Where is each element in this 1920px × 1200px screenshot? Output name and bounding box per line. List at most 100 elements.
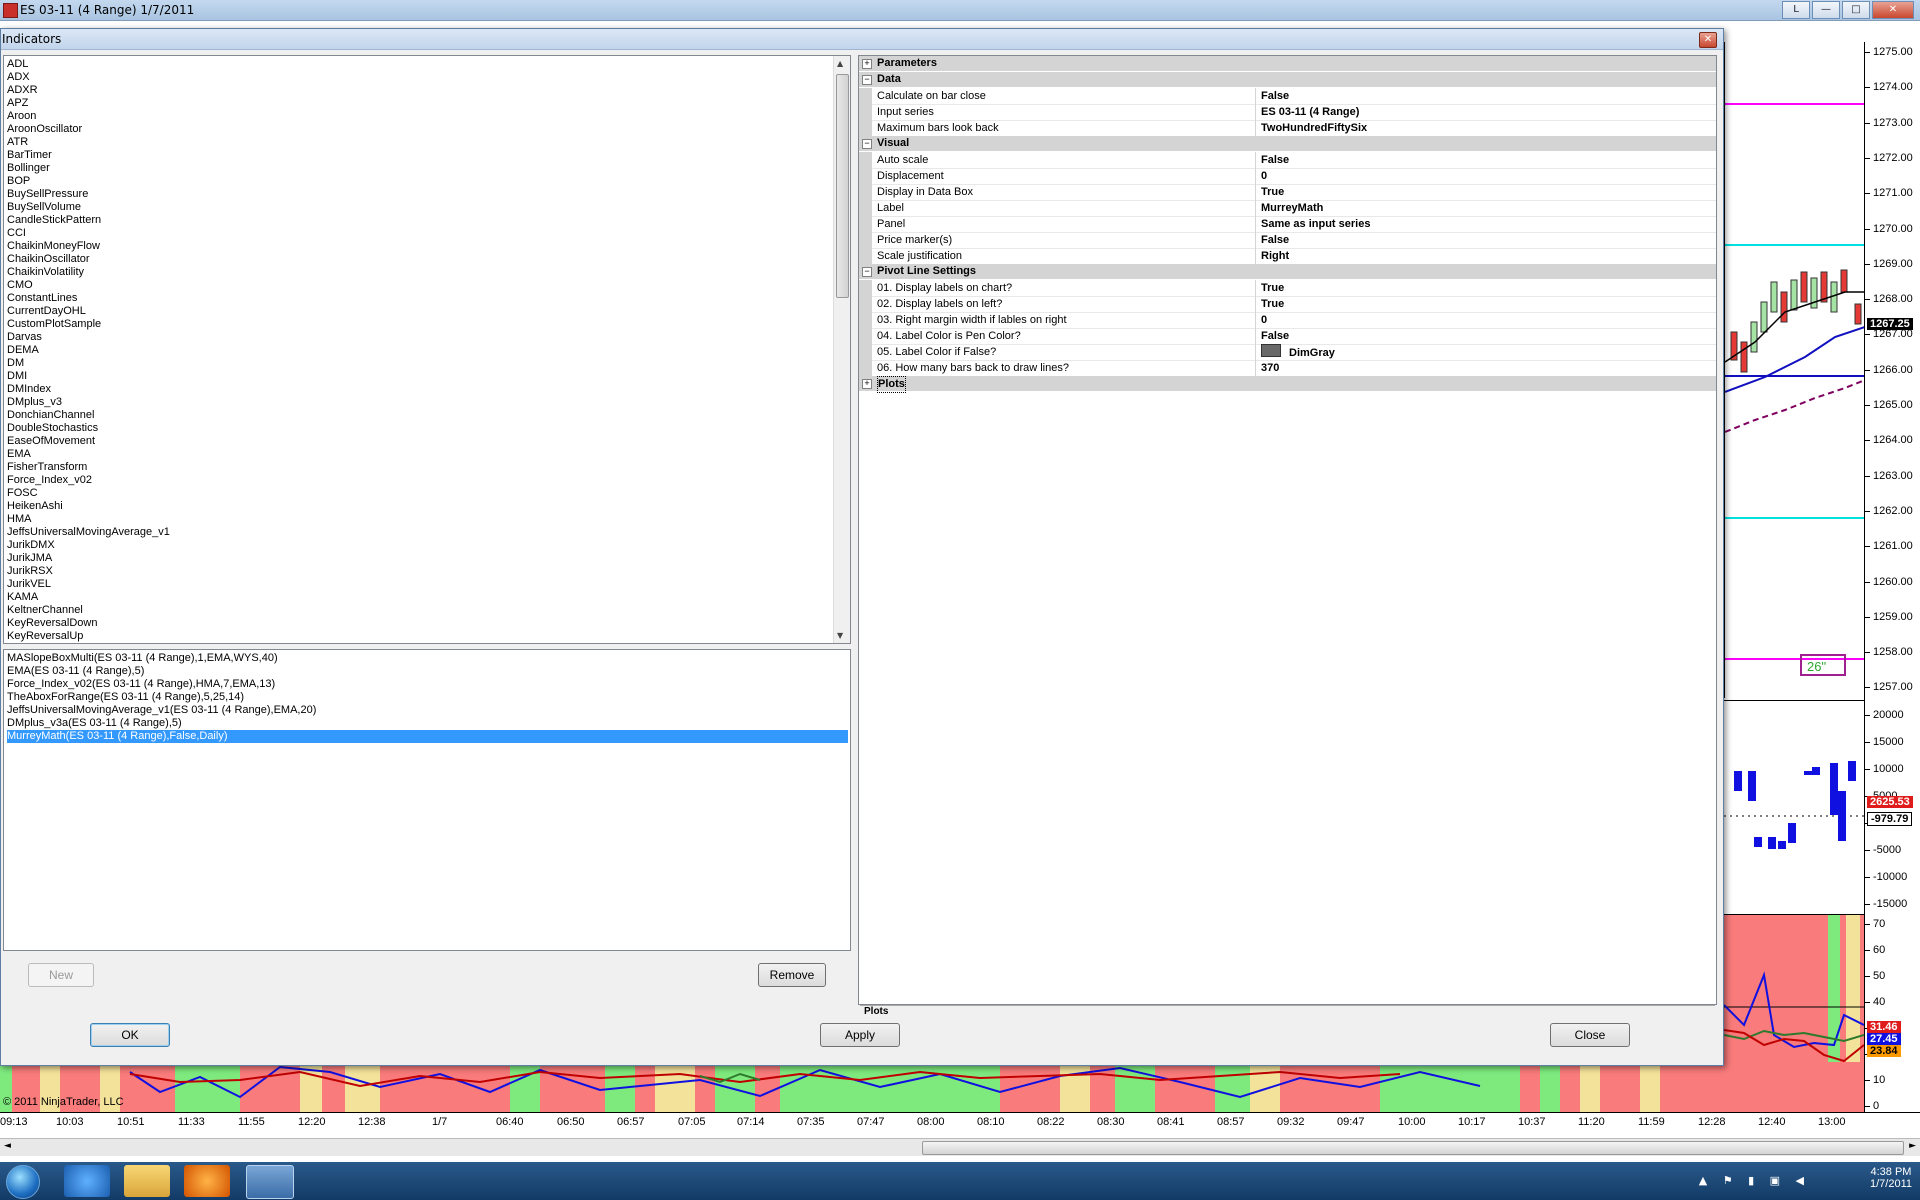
indicator-list-item[interactable]: KeltnerChannel: [7, 604, 850, 617]
indicator-list-item[interactable]: JurikRSX: [7, 565, 850, 578]
applied-indicator-item[interactable]: EMA(ES 03-11 (4 Range),5): [7, 665, 850, 678]
indicator-list-item[interactable]: DEMA: [7, 344, 850, 357]
apply-button[interactable]: Apply: [820, 1023, 900, 1047]
indicator-list-item[interactable]: Aroon: [7, 110, 850, 123]
property-row[interactable]: Auto scale False: [859, 152, 1716, 169]
property-value[interactable]: DimGray: [1261, 344, 1335, 361]
applied-indicator-item[interactable]: TheAboxForRange(ES 03-11 (4 Range),5,25,…: [7, 691, 850, 704]
property-value[interactable]: True: [1261, 280, 1284, 296]
category-plots[interactable]: + Plots: [859, 376, 1716, 393]
tray-clock[interactable]: 4:38 PM 1/7/2011: [1870, 1166, 1912, 1190]
indicator-list-item[interactable]: JeffsUniversalMovingAverage_v1: [7, 526, 850, 539]
applied-indicator-item[interactable]: DMplus_v3a(ES 03-11 (4 Range),5): [7, 717, 850, 730]
indicator-list-item[interactable]: ADXR: [7, 84, 850, 97]
property-value[interactable]: MurreyMath: [1261, 200, 1323, 216]
media-player-icon[interactable]: [184, 1165, 230, 1197]
column-divider[interactable]: [1255, 200, 1256, 216]
indicator-list-item[interactable]: CandleStickPattern: [7, 214, 850, 227]
property-value[interactable]: TwoHundredFiftySix: [1261, 120, 1367, 136]
dialog-close-icon[interactable]: ✕: [1699, 32, 1717, 48]
indicator-list-item[interactable]: FOSC: [7, 487, 850, 500]
price-axis[interactable]: 1275.00 1274.00 1273.00 1272.00 1271.00 1270.…: [1864, 42, 1920, 1112]
property-value[interactable]: False: [1261, 152, 1289, 168]
indicator-list-item[interactable]: Darvas: [7, 331, 850, 344]
property-row[interactable]: Label MurreyMath: [859, 200, 1716, 217]
property-row[interactable]: 03. Right margin width if lables on righ…: [859, 312, 1716, 329]
expand-icon[interactable]: +: [862, 379, 872, 389]
indicator-list-item[interactable]: ChaikinVolatility: [7, 266, 850, 279]
scroll-left-icon[interactable]: ◄: [4, 1141, 11, 1151]
link-button[interactable]: L: [1782, 1, 1810, 19]
ninjatrader-taskbar-icon[interactable]: [246, 1165, 294, 1199]
column-divider[interactable]: [1255, 216, 1256, 232]
column-divider[interactable]: [1255, 296, 1256, 312]
indicator-list-item[interactable]: Force_Index_v02: [7, 474, 850, 487]
start-button-icon[interactable]: [6, 1165, 40, 1199]
property-value[interactable]: Right: [1261, 248, 1289, 264]
indicator-list-item[interactable]: ATR: [7, 136, 850, 149]
maximize-button[interactable]: □: [1842, 1, 1870, 19]
indicator-list-item[interactable]: JurikDMX: [7, 539, 850, 552]
indicator-list-item[interactable]: KAMA: [7, 591, 850, 604]
indicator-list-item[interactable]: ADX: [7, 71, 850, 84]
internet-explorer-icon[interactable]: [64, 1165, 110, 1197]
property-row[interactable]: Displacement 0: [859, 168, 1716, 185]
indicator-list-item[interactable]: DM: [7, 357, 850, 370]
indicator-list-item[interactable]: EMA: [7, 448, 850, 461]
indicator-list-item[interactable]: AroonOscillator: [7, 123, 850, 136]
volume-pane[interactable]: [1724, 700, 1864, 913]
indicator-list-item[interactable]: BarTimer: [7, 149, 850, 162]
minimize-button[interactable]: —: [1812, 1, 1840, 19]
column-divider[interactable]: [1255, 104, 1256, 120]
indicator-list-item[interactable]: CMO: [7, 279, 850, 292]
scroll-up-icon[interactable]: ▲: [837, 59, 843, 68]
close-button[interactable]: Close: [1550, 1023, 1630, 1047]
tray-icons[interactable]: ▲ ⚑ ▮ ▣ ◀: [1699, 1174, 1810, 1187]
column-divider[interactable]: [1255, 232, 1256, 248]
dialog-titlebar[interactable]: Indicators ✕: [1, 29, 1723, 50]
column-divider[interactable]: [1255, 360, 1256, 376]
column-divider[interactable]: [1255, 120, 1256, 136]
property-row[interactable]: Input series ES 03-11 (4 Range): [859, 104, 1716, 121]
indicator-list-item[interactable]: KeyReversalDown: [7, 617, 850, 630]
property-row[interactable]: Price marker(s) False: [859, 232, 1716, 249]
indicator-list-item[interactable]: DoubleStochastics: [7, 422, 850, 435]
available-indicators-list[interactable]: ADL ADX ADXR APZ Aroon AroonOscillator ATR BarT…: [3, 55, 851, 644]
property-value[interactable]: 0: [1261, 312, 1267, 328]
category-pivot-line-settings[interactable]: − Pivot Line Settings: [859, 264, 1716, 279]
expand-icon[interactable]: +: [862, 59, 872, 69]
remove-button[interactable]: Remove: [758, 963, 826, 987]
scroll-thumb[interactable]: [922, 1141, 1904, 1155]
category-visual[interactable]: − Visual: [859, 136, 1716, 151]
indicator-list-item[interactable]: DonchianChannel: [7, 409, 850, 422]
list-scroll-thumb[interactable]: [836, 74, 849, 298]
property-value[interactable]: 370: [1261, 360, 1279, 376]
property-value[interactable]: 0: [1261, 168, 1267, 184]
property-row[interactable]: 05. Label Color if False? DimGray: [859, 344, 1716, 361]
column-divider[interactable]: [1255, 280, 1256, 296]
property-value[interactable]: True: [1261, 296, 1284, 312]
collapse-icon[interactable]: −: [862, 267, 872, 277]
property-value[interactable]: False: [1261, 88, 1289, 104]
property-row[interactable]: Panel Same as input series: [859, 216, 1716, 233]
indicator-list-item[interactable]: HeikenAshi: [7, 500, 850, 513]
indicator-list-item[interactable]: BuySellPressure: [7, 188, 850, 201]
property-row[interactable]: Scale justification Right: [859, 248, 1716, 265]
property-row[interactable]: 02. Display labels on left? True: [859, 296, 1716, 313]
property-value[interactable]: ES 03-11 (4 Range): [1261, 104, 1359, 120]
applied-indicator-item[interactable]: JeffsUniversalMovingAverage_v1(ES 03-11 …: [7, 704, 850, 717]
column-divider[interactable]: [1255, 152, 1256, 168]
indicator-list-item[interactable]: FisherTransform: [7, 461, 850, 474]
horizontal-scrollbar[interactable]: ◄ ►: [0, 1138, 1920, 1156]
time-axis[interactable]: 09:13 10:03 10:51 11:33 11:55 12:20 12:38 1/7 06…: [0, 1112, 1920, 1131]
indicator-list-item[interactable]: EaseOfMovement: [7, 435, 850, 448]
indicator-list-item[interactable]: HMA: [7, 513, 850, 526]
property-value[interactable]: Same as input series: [1261, 216, 1370, 232]
scroll-down-icon[interactable]: ▼: [837, 631, 843, 640]
applied-indicators-list[interactable]: MASlopeBoxMulti(ES 03-11 (4 Range),1,EMA…: [3, 649, 851, 951]
property-row[interactable]: Maximum bars look back TwoHundredFiftySix: [859, 120, 1716, 137]
property-value[interactable]: False: [1261, 232, 1289, 248]
property-row[interactable]: Display in Data Box True: [859, 184, 1716, 201]
close-window-button[interactable]: ✕: [1872, 1, 1914, 19]
property-row[interactable]: Calculate on bar close False: [859, 88, 1716, 105]
